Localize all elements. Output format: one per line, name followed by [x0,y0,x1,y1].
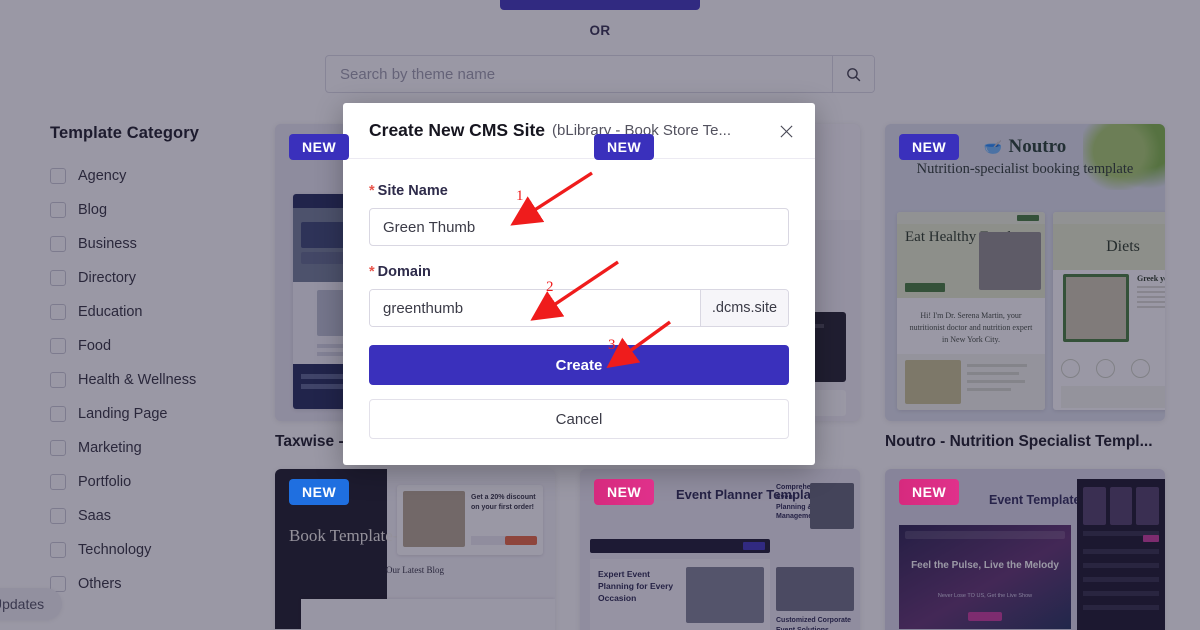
new-badge: NEW [899,479,960,505]
dialog-title: Create New CMS Site [369,120,546,140]
domain-suffix: .dcms.site [700,290,788,326]
domain-label: * Domain [369,264,789,280]
site-name-field: * Site Name [369,183,789,246]
new-badge: NEW [594,479,655,505]
site-name-label: * Site Name [369,183,789,199]
close-button[interactable] [775,120,797,142]
new-badge: NEW [899,134,960,160]
site-name-label-text: Site Name [377,183,448,199]
required-marker: * [369,183,375,199]
create-cms-site-dialog: Create New CMS Site (bLibrary - Book Sto… [343,103,815,465]
site-name-input[interactable] [369,208,789,246]
new-badge: NEW [594,134,655,160]
domain-input-group: .dcms.site [369,289,789,327]
new-badge: NEW [289,134,350,160]
domain-label-text: Domain [377,264,431,280]
create-button[interactable]: Create [369,345,789,385]
dialog-body: *Site Name *Domain .dcms.site Create Can… [343,159,815,465]
close-icon [779,124,793,138]
domain-field: *Domain .dcms.site [369,264,789,327]
domain-input[interactable] [370,290,700,326]
dialog-header: Create New CMS Site (bLibrary - Book Sto… [343,103,815,159]
new-badge: NEW [289,479,350,505]
required-marker: * [369,264,375,280]
cancel-button[interactable]: Cancel [369,399,789,439]
screen: OR Template Category AgencyBlogBusinessD… [0,0,1200,630]
